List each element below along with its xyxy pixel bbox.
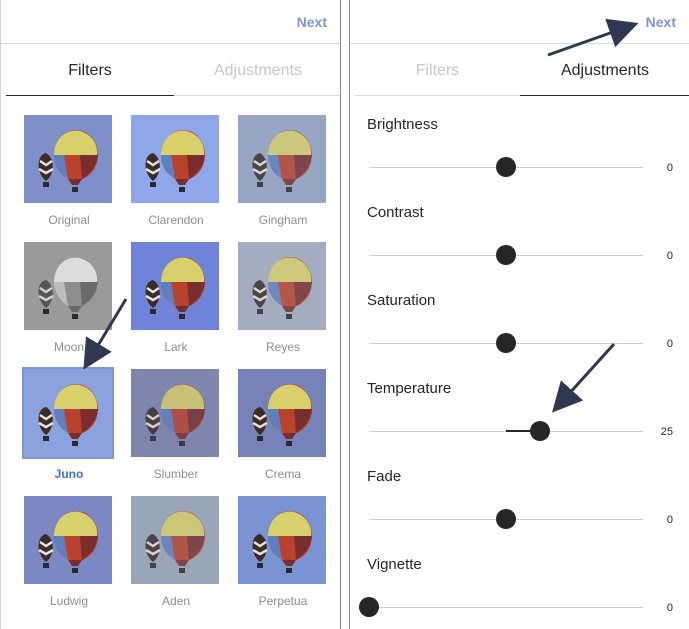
balloon-image [131,496,219,584]
filter-thumbnail [131,242,219,330]
filter-reyes[interactable]: Reyes [238,242,328,354]
tab-filters[interactable]: Filters [6,44,174,96]
adjustment-label-saturation: Saturation [367,292,436,309]
balloon-image [238,242,326,330]
filters-panel: Next Filters Adjustments Original Clarend… [0,0,341,629]
balloon-image [131,369,219,457]
filter-label: Crema [264,467,301,481]
filter-original[interactable]: Original [24,115,114,227]
filter-gingham[interactable]: Gingham [238,115,328,227]
adjustment-value-vignette: 0 [666,602,673,614]
filter-label: Lark [164,340,188,354]
adjustment-value-brightness: 0 [666,162,673,174]
filter-label: Ludwig [49,594,89,608]
slider-track-brightness[interactable] [369,157,643,177]
adjustment-label-contrast: Contrast [367,204,424,221]
slider-track-contrast[interactable] [369,245,643,265]
tab-bar: Filters Adjustments [6,44,340,96]
tab-adjustments[interactable]: Adjustments [520,44,689,96]
slider-knob-temperature[interactable] [530,421,550,441]
filter-thumbnail [22,367,114,459]
adjustment-value-fade: 0 [666,514,673,526]
balloon-image [24,369,112,457]
filter-thumbnail [24,496,112,584]
filter-ludwig[interactable]: Ludwig [24,496,114,608]
slider-knob-vignette[interactable] [359,597,379,617]
filter-thumbnail [238,242,326,330]
balloon-image [131,115,219,203]
balloon-image [131,242,219,330]
tab-adjustments[interactable]: Adjustments [174,44,340,96]
slider-knob-saturation[interactable] [496,333,516,353]
filter-lark[interactable]: Lark [131,242,221,354]
filter-label: Clarendon [148,213,204,227]
filter-perpetua[interactable]: Perpetua [238,496,328,608]
balloon-image [238,369,326,457]
adjustment-value-temperature: 25 [660,426,673,438]
adjustment-value-contrast: 0 [666,250,673,262]
balloon-image [24,115,112,203]
filter-slumber[interactable]: Slumber [131,369,221,481]
filter-moon[interactable]: Moon [24,242,114,354]
filter-label: Moon [53,340,85,354]
slider-track-temperature[interactable] [369,421,643,441]
adjustment-label-brightness: Brightness [367,116,438,133]
filter-label: Aden [161,594,191,608]
filter-thumbnail [238,496,326,584]
filter-label: Juno [54,467,84,481]
slider-track-fade[interactable] [369,509,643,529]
filter-aden[interactable]: Aden [131,496,221,608]
slider-knob-brightness[interactable] [496,157,516,177]
filter-label: Gingham [258,213,308,227]
filter-label: Original [48,213,90,227]
slider-track-saturation[interactable] [369,333,643,353]
slider-knob-contrast[interactable] [496,245,516,265]
tab-bar: Filters Adjustments [355,44,689,96]
balloon-image [24,496,112,584]
filter-thumbnail [238,115,326,203]
top-bar: Next [350,0,689,44]
slider-track-vignette[interactable] [359,597,643,617]
adjustment-value-saturation: 0 [666,338,673,350]
filter-thumbnail [131,496,219,584]
filter-label: Slumber [153,467,199,481]
next-button[interactable]: Next [297,14,327,30]
adjustment-label-vignette: Vignette [367,556,422,573]
filter-juno[interactable]: Juno [22,367,114,481]
filter-thumbnail [24,115,112,203]
top-bar: Next [1,0,340,44]
adjustment-label-fade: Fade [367,468,402,485]
balloon-image [238,496,326,584]
balloon-image [24,242,112,330]
filter-label: Reyes [265,340,300,354]
adjustments-panel: Next Filters Adjustments Brightness 0 Cont… [349,0,689,629]
filter-thumbnail [24,242,112,330]
filter-thumbnail [131,115,219,203]
filter-thumbnail [131,369,219,457]
next-button[interactable]: Next [646,14,676,30]
filter-crema[interactable]: Crema [238,369,328,481]
filter-label: Perpetua [258,594,308,608]
adjustment-label-temperature: Temperature [367,380,452,397]
slider-knob-fade[interactable] [496,509,516,529]
filter-thumbnail [238,369,326,457]
filter-clarendon[interactable]: Clarendon [131,115,221,227]
balloon-image [238,115,326,203]
tab-filters[interactable]: Filters [355,44,520,96]
